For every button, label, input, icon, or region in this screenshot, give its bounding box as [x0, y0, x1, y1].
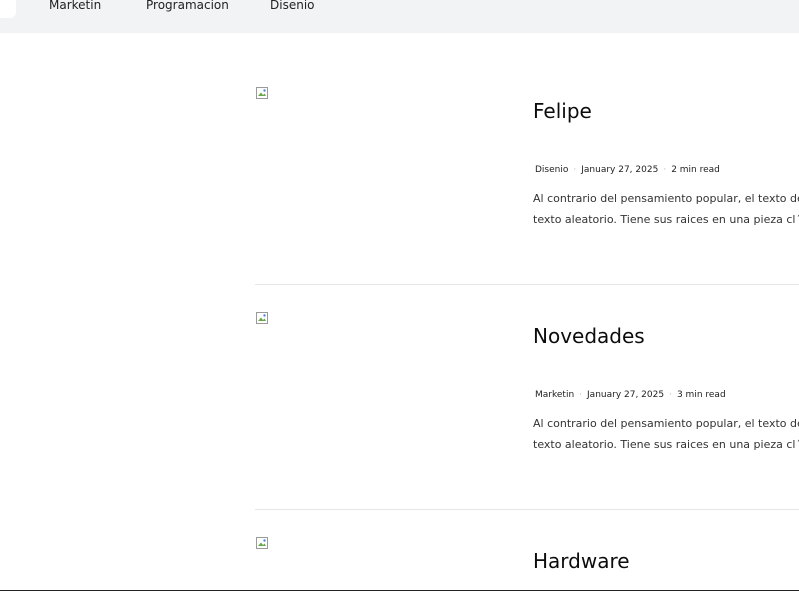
top-navigation-bar: Marketin Programacion Disenio	[0, 0, 799, 33]
meta-separator: ·	[663, 165, 667, 175]
blog-page: Marketin Programacion Disenio Felipe Dis…	[0, 0, 799, 591]
nav-item-programacion[interactable]: Programacion	[146, 0, 229, 13]
nav-item-disenio[interactable]: Disenio	[270, 0, 315, 13]
post-excerpt-line: Al contrario del pensamiento popular, el…	[533, 192, 799, 205]
broken-image-icon[interactable]	[256, 537, 268, 549]
post-card: Felipe Disenio · January 27, 2025 · 2 min re…	[255, 85, 799, 310]
meta-separator: ·	[579, 390, 583, 400]
post-title[interactable]: Hardware	[533, 549, 630, 573]
post-date: January 27, 2025	[587, 390, 665, 400]
post-excerpt-line: texto aleatorio. Tiene sus raices en una…	[533, 213, 799, 226]
broken-image-icon[interactable]	[256, 87, 268, 99]
nav-left-edge	[0, 0, 16, 18]
nav-item-marketin[interactable]: Marketin	[49, 0, 101, 13]
post-title[interactable]: Novedades	[533, 324, 645, 348]
post-read-time: 3 min read	[676, 390, 726, 400]
post-meta: Disenio · January 27, 2025 · 2 min read	[535, 164, 720, 176]
post-excerpt: Al contrario del pensamiento popular, el…	[533, 413, 799, 455]
post-excerpt-line: texto aleatorio. Tiene sus raices en una…	[533, 438, 799, 451]
post-category[interactable]: Disenio	[535, 165, 568, 175]
meta-separator: ·	[573, 165, 577, 175]
post-date: January 27, 2025	[581, 165, 659, 175]
meta-separator: ·	[669, 390, 672, 400]
post-card: Novedades Marketin · January 27, 2025 · 3 mi…	[255, 284, 799, 509]
post-category[interactable]: Marketin	[535, 390, 574, 400]
post-card: Hardware	[255, 509, 799, 590]
post-meta: Marketin · January 27, 2025 · 3 min read	[535, 389, 726, 401]
post-excerpt: Al contrario del pensamiento popular, el…	[533, 188, 799, 230]
post-read-time: 2 min read	[671, 165, 720, 175]
broken-image-icon[interactable]	[256, 312, 268, 324]
post-title[interactable]: Felipe	[533, 99, 592, 123]
post-excerpt-line: Al contrario del pensamiento popular, el…	[533, 417, 799, 430]
